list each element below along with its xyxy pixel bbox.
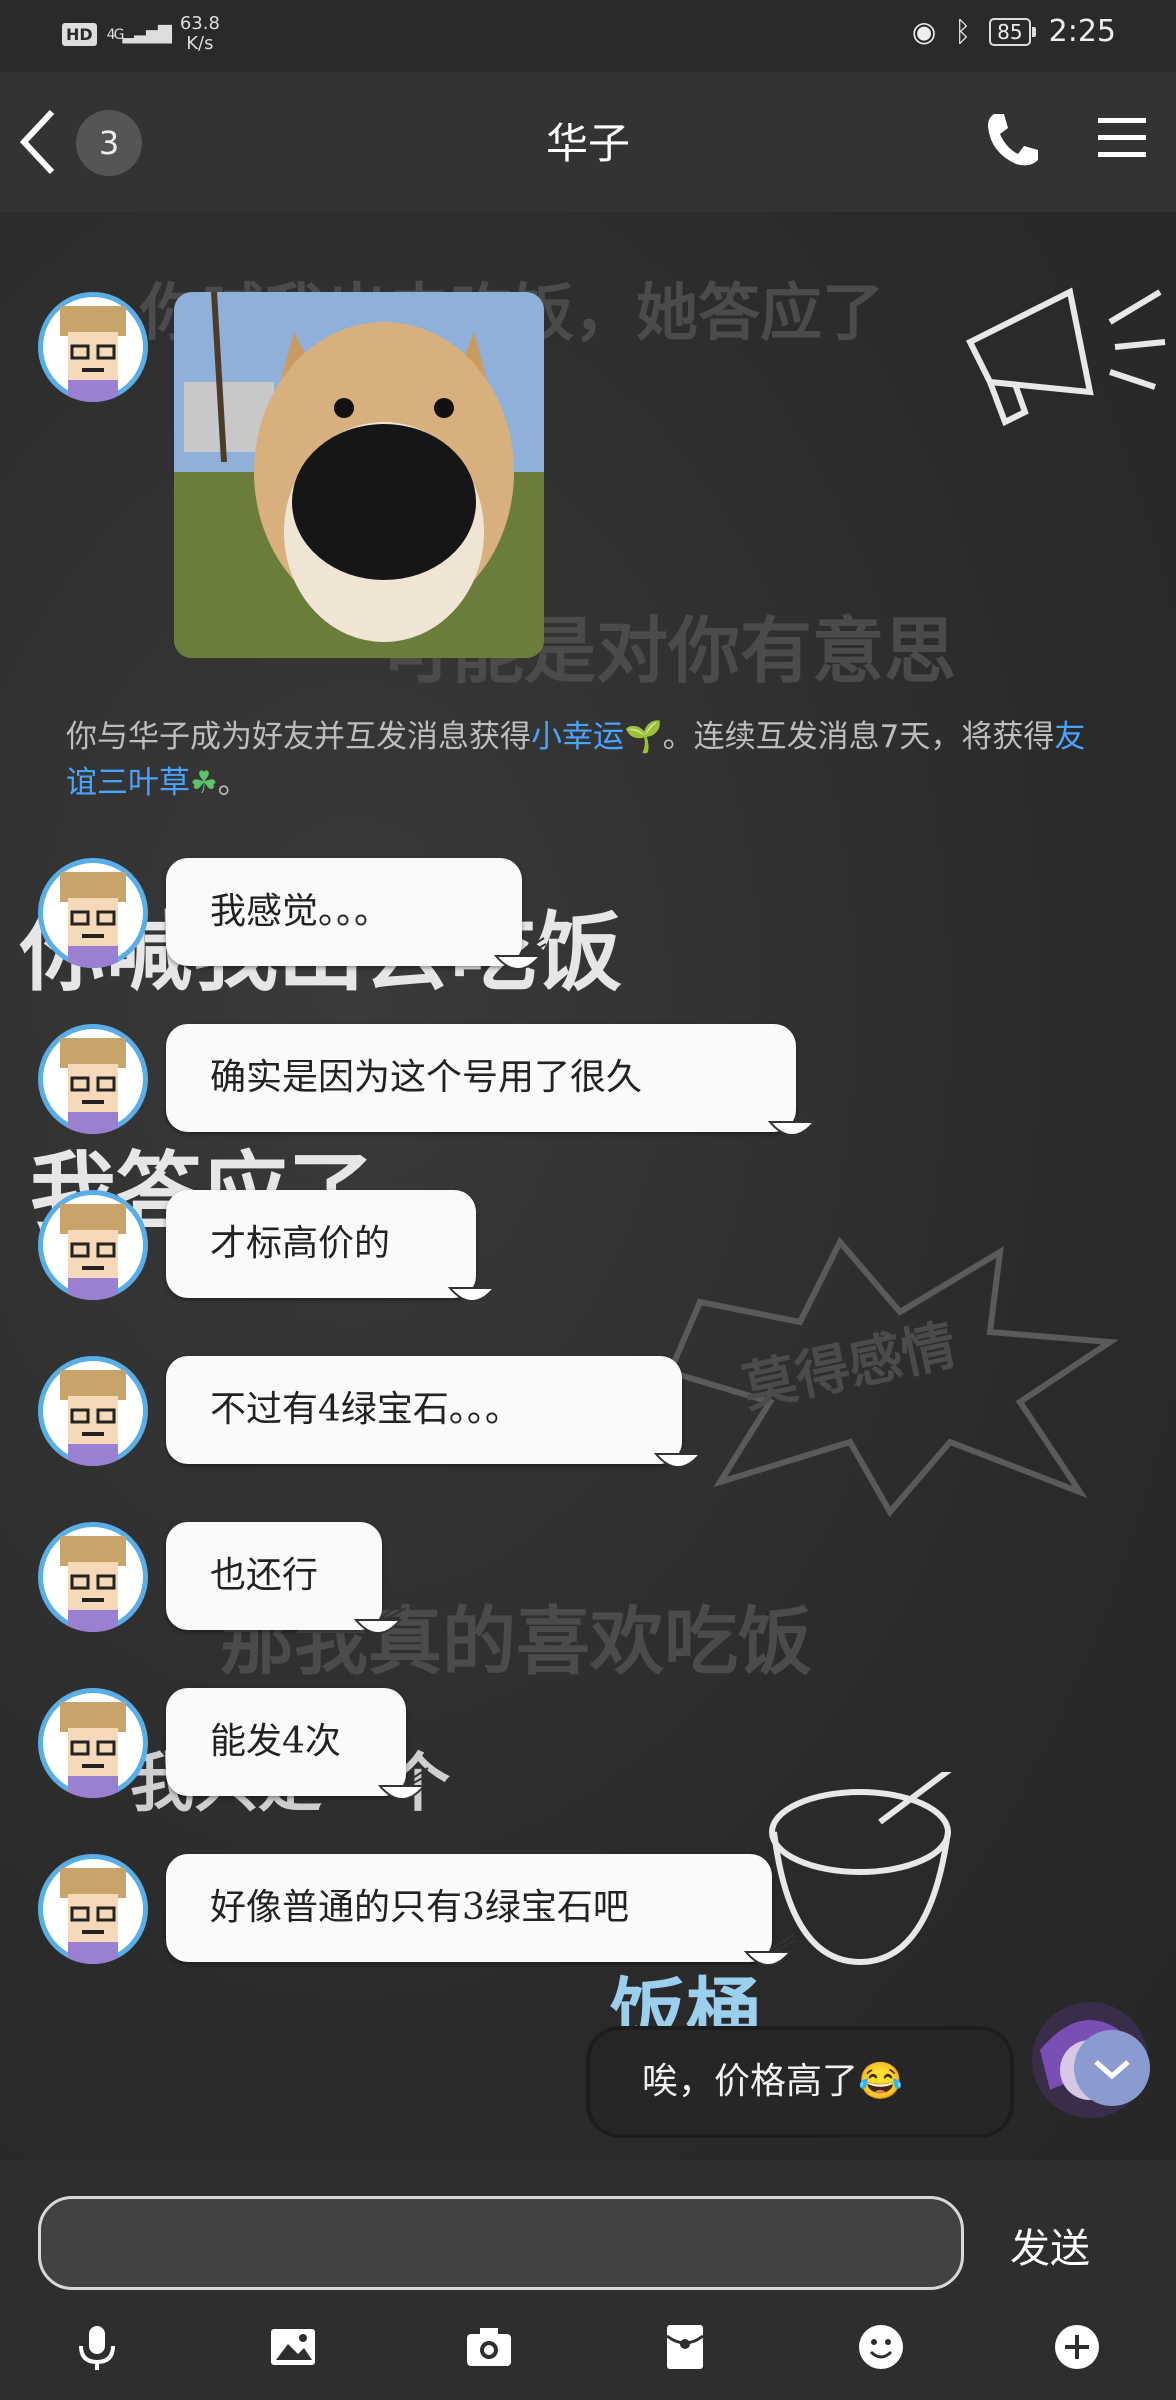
eye-icon: ◉ [911, 15, 937, 48]
signal-icon: 4G▂▃▅▇ [106, 22, 172, 44]
red-packet-icon[interactable] [660, 2322, 710, 2372]
message-bubble[interactable]: 确实是因为这个号用了很久 [166, 1024, 820, 1136]
contact-avatar[interactable] [38, 1522, 148, 1632]
sprout-icon: 🌱 [624, 719, 663, 755]
camera-icon[interactable] [464, 2322, 514, 2372]
contact-avatar[interactable] [38, 292, 148, 402]
rice-bowl-icon [743, 1933, 796, 1966]
contact-avatar[interactable] [38, 1854, 148, 1964]
lucky-link[interactable]: 小幸运 [531, 719, 624, 755]
status-bar: HD 4G▂▃▅▇ 63.8 K/s ◉ ᛒ 85 2:25 [0, 0, 1176, 72]
message-bubble[interactable]: 能发4次 [166, 1688, 430, 1800]
chevron-down-icon [1094, 2060, 1130, 2080]
contact-avatar[interactable] [38, 1024, 148, 1134]
message-bubble[interactable]: 才标高价的 [166, 1190, 500, 1302]
clock: 2:25 [1048, 14, 1116, 49]
hd-badge: HD [62, 22, 97, 46]
clover-icon: ☘ [190, 765, 218, 801]
rice-bowl-icon [447, 1269, 500, 1302]
image-icon[interactable] [268, 2322, 318, 2372]
bluetooth-icon: ᛒ [954, 15, 972, 48]
phone-icon[interactable] [980, 108, 1044, 172]
rice-bowl-icon [767, 1103, 820, 1136]
input-bar: 发送 [0, 2160, 1176, 2400]
scroll-to-bottom-button[interactable] [1074, 2030, 1150, 2106]
megaphone-icon [965, 287, 1166, 427]
menu-icon[interactable] [1096, 112, 1148, 164]
outgoing-message-bubble[interactable]: 唉，价格高了😂 [590, 2030, 1010, 2134]
message-bubble[interactable]: 不过有4绿宝石。。。 [166, 1356, 706, 1468]
send-button[interactable]: 发送 [1010, 2216, 1090, 2274]
plus-icon[interactable] [1052, 2322, 1102, 2372]
network-speed: 63.8 K/s [179, 13, 220, 54]
laughing-emoji: 😂 [858, 2061, 903, 2102]
dog-photo[interactable] [174, 292, 544, 658]
contact-avatar[interactable] [38, 1356, 148, 1466]
mic-icon[interactable] [72, 2322, 122, 2372]
message-bubble[interactable]: 也还行 [166, 1522, 406, 1634]
contact-avatar[interactable] [38, 1688, 148, 1798]
contact-avatar[interactable] [38, 858, 148, 968]
contact-avatar[interactable] [38, 1190, 148, 1300]
message-bubble[interactable]: 好像普通的只有3绿宝石吧 [166, 1854, 796, 1966]
emoji-icon[interactable] [856, 2322, 906, 2372]
rice-bowl-icon [377, 1767, 430, 1800]
battery-indicator: 85 [989, 17, 1037, 46]
rice-bowl-icon [353, 1601, 406, 1634]
message-input[interactable] [38, 2196, 964, 2290]
message-bubble[interactable]: 我感觉。。。 [166, 858, 546, 970]
rice-bowl-icon [493, 937, 546, 970]
friendship-notice: 你与华子成为好友并互发消息获得小幸运🌱。连续互发消息7天，将获得友谊三叶草☘。 [66, 719, 1086, 801]
rice-bowl-icon [653, 1435, 706, 1468]
